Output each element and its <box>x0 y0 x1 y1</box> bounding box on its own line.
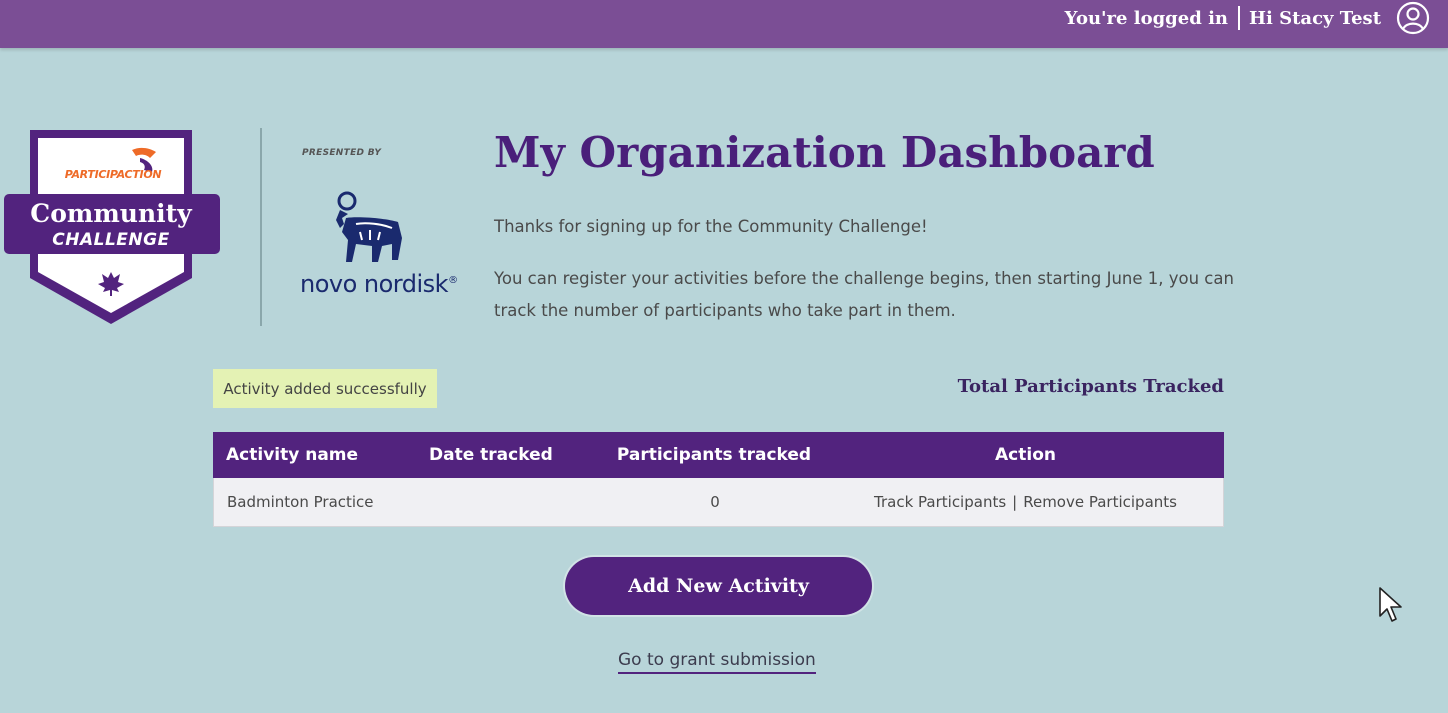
table-header: Activity name Date tracked Participants … <box>213 432 1224 478</box>
intro-text-2: You can register your activities before … <box>494 269 1234 320</box>
user-account-icon[interactable] <box>1396 1 1430 35</box>
mouse-cursor-icon <box>1379 587 1402 622</box>
table-row: Badminton Practice 0 Track Participants |… <box>213 478 1224 527</box>
page-title: My Organization Dashboard <box>494 128 1155 177</box>
grant-submission-link[interactable]: Go to grant submission <box>618 650 816 674</box>
sponsor-name-text: novo nordisk <box>300 270 449 298</box>
remove-participants-link[interactable]: Remove Participants <box>1023 493 1177 511</box>
activity-name-cell: Badminton Practice <box>227 493 374 511</box>
track-participants-link[interactable]: Track Participants <box>874 493 1006 511</box>
presented-by-label: PRESENTED BY <box>302 148 382 158</box>
action-separator: | <box>1012 493 1018 511</box>
apis-bull-icon <box>336 191 402 262</box>
activities-table: Activity name Date tracked Participants … <box>213 432 1224 527</box>
user-greeting[interactable]: Hi Stacy Test <box>1249 8 1381 29</box>
action-cell: Track Participants | Remove Participants <box>828 493 1223 511</box>
success-toast: Activity added successfully <box>213 369 437 408</box>
col-date-tracked: Date tracked <box>429 445 553 465</box>
total-participants-label: Total Participants Tracked <box>957 376 1224 397</box>
sponsor-name: novo nordisk® <box>300 270 458 298</box>
community-challenge-logo <box>4 130 220 324</box>
trademark-mark: ® <box>448 275 458 286</box>
participants-cell: 0 <box>710 493 720 511</box>
header-divider <box>1238 6 1240 30</box>
badge-subtitle: CHALLENGE <box>52 230 170 250</box>
col-action: Action <box>995 445 1056 465</box>
participaction-brand: PARTICIPACTION <box>64 168 162 181</box>
add-new-activity-button[interactable]: Add New Activity <box>565 557 872 615</box>
col-activity-name: Activity name <box>226 445 359 465</box>
intro-text-1: Thanks for signing up for the Community … <box>494 217 928 236</box>
col-participants-tracked: Participants tracked <box>616 445 812 465</box>
logo-divider <box>260 128 262 326</box>
badge-title: Community <box>30 199 192 228</box>
top-bar: You're logged in Hi Stacy Test <box>0 0 1448 48</box>
login-status: You're logged in <box>1064 8 1228 29</box>
